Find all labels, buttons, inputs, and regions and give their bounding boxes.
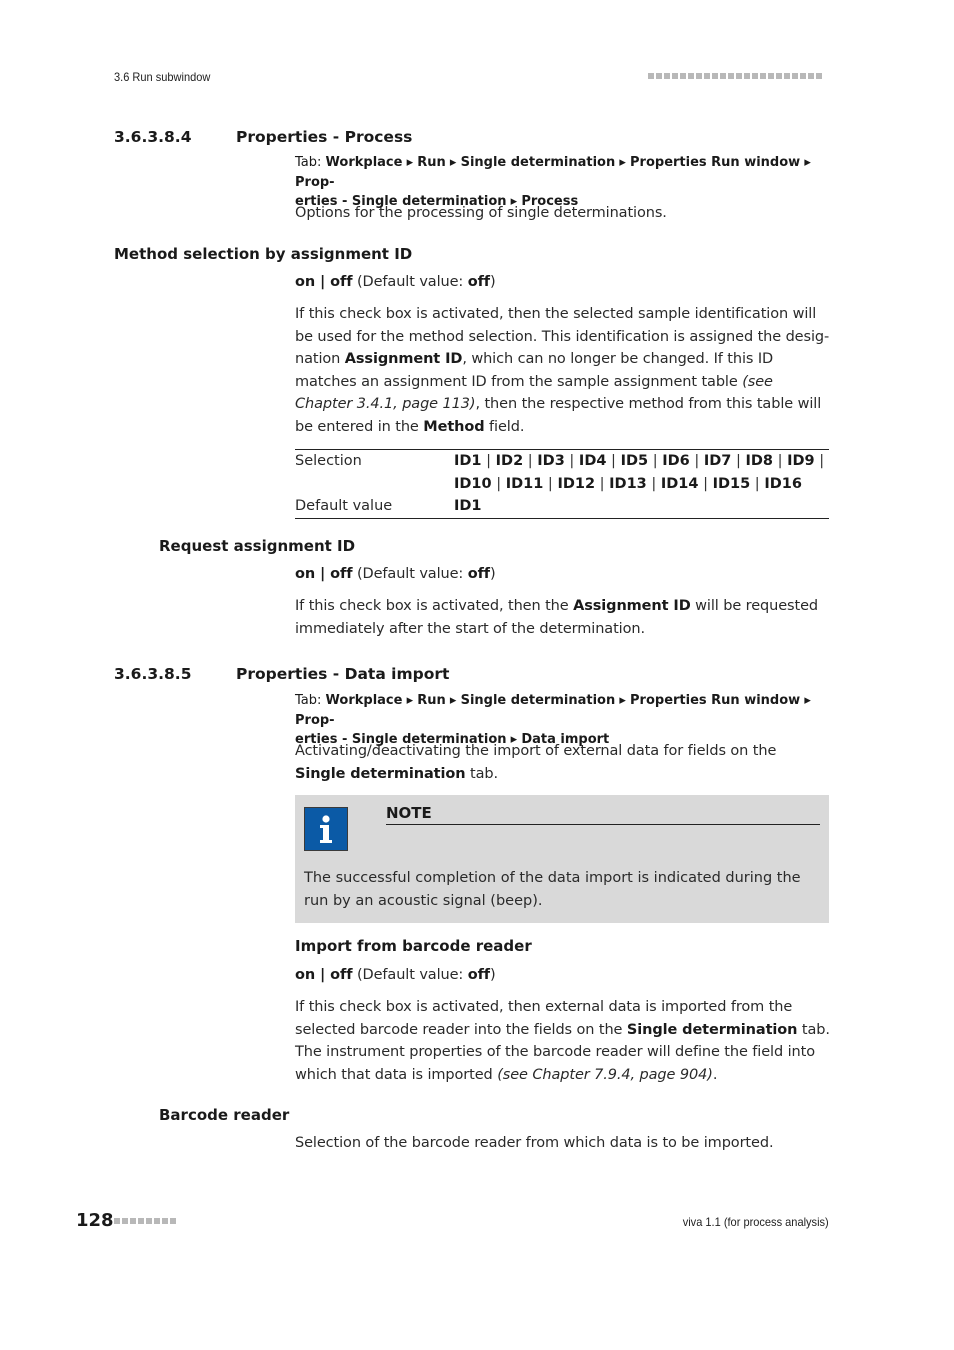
tab-path-item: Workplace [325, 155, 403, 170]
option-separator: | [689, 453, 704, 469]
selection-option: ID5 [620, 453, 649, 469]
option-separator: | [814, 453, 825, 469]
option-separator: | [564, 453, 579, 469]
param-table: Selection ID1 | ID2 | ID3 | ID4 | ID5 | … [295, 449, 829, 519]
tab-path-item: Workplace [325, 693, 403, 708]
selection-option: ID9 [787, 453, 815, 469]
tab-path-item: Single determination [460, 693, 616, 708]
selection-option: ID14 [660, 475, 699, 492]
selection-option: ID4 [578, 453, 607, 469]
selection-option: ID11 [505, 475, 544, 492]
selection-option: ID15 [712, 475, 751, 492]
param-description: Selection of the barcode reader from whi… [295, 1135, 774, 1151]
tab-path-item: Properties Run window [630, 155, 801, 170]
selection-option: ID12 [557, 475, 596, 492]
selection-option: ID2 [495, 453, 524, 469]
info-icon [304, 807, 348, 851]
selection-option: ID6 [662, 453, 690, 469]
selection-option: ID16 [764, 475, 802, 492]
param-title: Request assignment ID [159, 537, 356, 555]
tab-path-item: Single determination [460, 155, 616, 170]
header-decoration-dots [648, 73, 822, 79]
tab-path-item: Run [417, 693, 446, 708]
tab-path-item: Run [417, 155, 446, 170]
param-default: on | off (Default value: off) [295, 967, 496, 983]
section-title: Properties - Data import [236, 665, 450, 683]
selection-option: ID3 [537, 453, 565, 469]
option-separator: | [543, 475, 558, 492]
param-description: If this check box is activated, then ext… [295, 999, 830, 1083]
param-title: Import from barcode reader [295, 937, 532, 955]
option-separator: | [698, 475, 713, 492]
option-separator: | [491, 475, 506, 492]
footer-decoration-dots [114, 1218, 176, 1224]
param-description: If this check box is activated, then the… [295, 598, 818, 637]
option-separator: | [646, 475, 661, 492]
option-separator: | [731, 453, 746, 469]
selection-option: ID1 [454, 453, 482, 469]
note-title: NOTE [386, 804, 820, 825]
note-text: The successful completion of the data im… [304, 870, 801, 909]
tab-path-item: Prop- [295, 712, 335, 728]
param-title: Barcode reader [159, 1106, 290, 1124]
table-label: Default value [295, 498, 393, 514]
param-title: Method selection by assignment ID [114, 245, 413, 263]
option-separator: | [750, 475, 765, 492]
option-separator: | [773, 453, 788, 469]
option-separator: | [523, 453, 538, 469]
option-separator: | [648, 453, 663, 469]
tab-path-item: Properties Run window [630, 693, 801, 708]
selection-option: ID10 [454, 475, 492, 492]
param-default: on | off (Default value: off) [295, 566, 496, 582]
option-separator: | [595, 475, 610, 492]
tab-path-item: Prop- [295, 174, 335, 190]
param-description: If this check box is activated, then the… [295, 306, 830, 435]
selection-option: ID8 [745, 453, 774, 469]
table-label: Selection [295, 453, 362, 469]
selection-option: ID7 [703, 453, 732, 469]
table-row: Selection ID1 | ID2 | ID3 | ID4 | ID5 | … [295, 450, 829, 495]
default-value: ID1 [454, 498, 482, 514]
option-separator: | [606, 453, 621, 469]
section-number: 3.6.3.8.4 [114, 128, 192, 146]
note-box: NOTE The successful completion of the da… [295, 795, 829, 923]
selection-options: ID1 | ID2 | ID3 | ID4 | ID5 | ID6 | ID7 … [454, 450, 829, 495]
footer-product: viva 1.1 (for process analysis) [682, 1215, 829, 1229]
section-intro: Options for the processing of single det… [295, 205, 667, 221]
section-number: 3.6.3.8.5 [114, 665, 192, 683]
page-number: 128 [76, 1210, 114, 1231]
param-default: on | off (Default value: off) [295, 274, 496, 290]
section-intro: Activating/deactivating the import of ex… [295, 743, 777, 782]
option-separator: | [481, 453, 496, 469]
table-row: Default value ID1 [295, 495, 829, 518]
section-title: Properties - Process [236, 128, 413, 146]
selection-option: ID13 [609, 475, 647, 492]
running-header-section: 3.6 Run subwindow [114, 70, 211, 84]
